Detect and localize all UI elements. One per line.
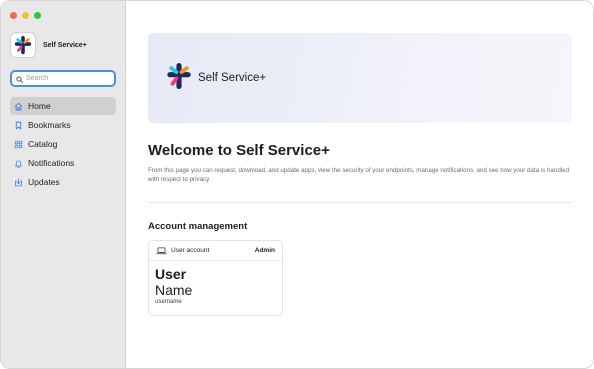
- bell-icon: [14, 159, 23, 168]
- banner-title: Self Service+: [198, 72, 267, 84]
- grid-icon: [14, 140, 23, 149]
- search-icon: [16, 70, 23, 88]
- account-role-badge: Admin: [254, 247, 275, 254]
- sidebar-item-catalog[interactable]: Catalog: [10, 135, 116, 153]
- sidebar-item-home[interactable]: Home: [10, 97, 116, 115]
- sidebar-nav: Home Bookmarks Catalog Notifications Upd…: [10, 97, 116, 192]
- section-title: Account management: [148, 221, 248, 232]
- section-divider: [148, 202, 572, 203]
- app-logo-icon: [10, 32, 36, 58]
- sidebar-item-label: Home: [28, 101, 51, 111]
- hero-banner: Self Service+: [148, 33, 572, 123]
- close-window-button[interactable]: [10, 12, 17, 19]
- sidebar-item-label: Notifications: [28, 158, 75, 168]
- house-icon: [14, 102, 23, 111]
- account-card-header: User account Admin: [149, 241, 282, 261]
- sidebar: Self Service+ Home: [1, 1, 126, 368]
- zoom-window-button[interactable]: [34, 12, 41, 19]
- app-name: Self Service+: [43, 41, 87, 49]
- main-content: Self Service+ Welcome to Self Service+ F…: [127, 1, 593, 368]
- sidebar-item-updates[interactable]: Updates: [10, 173, 116, 191]
- sidebar-item-bookmarks[interactable]: Bookmarks: [10, 116, 116, 134]
- app-window: Self Service+ Home: [0, 0, 594, 369]
- account-card-label: User account: [171, 247, 210, 254]
- sidebar-brand: Self Service+: [10, 32, 87, 58]
- banner-logo-icon: [166, 62, 192, 94]
- sidebar-item-label: Catalog: [28, 139, 58, 149]
- download-icon: [14, 177, 23, 187]
- search-field[interactable]: [10, 70, 116, 87]
- user-first-name: User: [155, 266, 187, 282]
- window-controls: [10, 12, 41, 19]
- sidebar-item-label: Updates: [28, 177, 60, 187]
- sidebar-item-label: Bookmarks: [28, 120, 71, 130]
- page-description: From this page you can request, download…: [148, 167, 570, 183]
- page-title: Welcome to Self Service+: [148, 142, 330, 159]
- username-text: username: [155, 299, 182, 305]
- account-card[interactable]: User account Admin User Name username: [148, 240, 283, 316]
- laptop-icon: [156, 242, 167, 260]
- sidebar-item-notifications[interactable]: Notifications: [10, 154, 116, 172]
- user-last-name: Name: [155, 282, 193, 298]
- search-input[interactable]: [26, 75, 112, 82]
- minimize-window-button[interactable]: [22, 12, 29, 19]
- bookmark-icon: [14, 121, 23, 130]
